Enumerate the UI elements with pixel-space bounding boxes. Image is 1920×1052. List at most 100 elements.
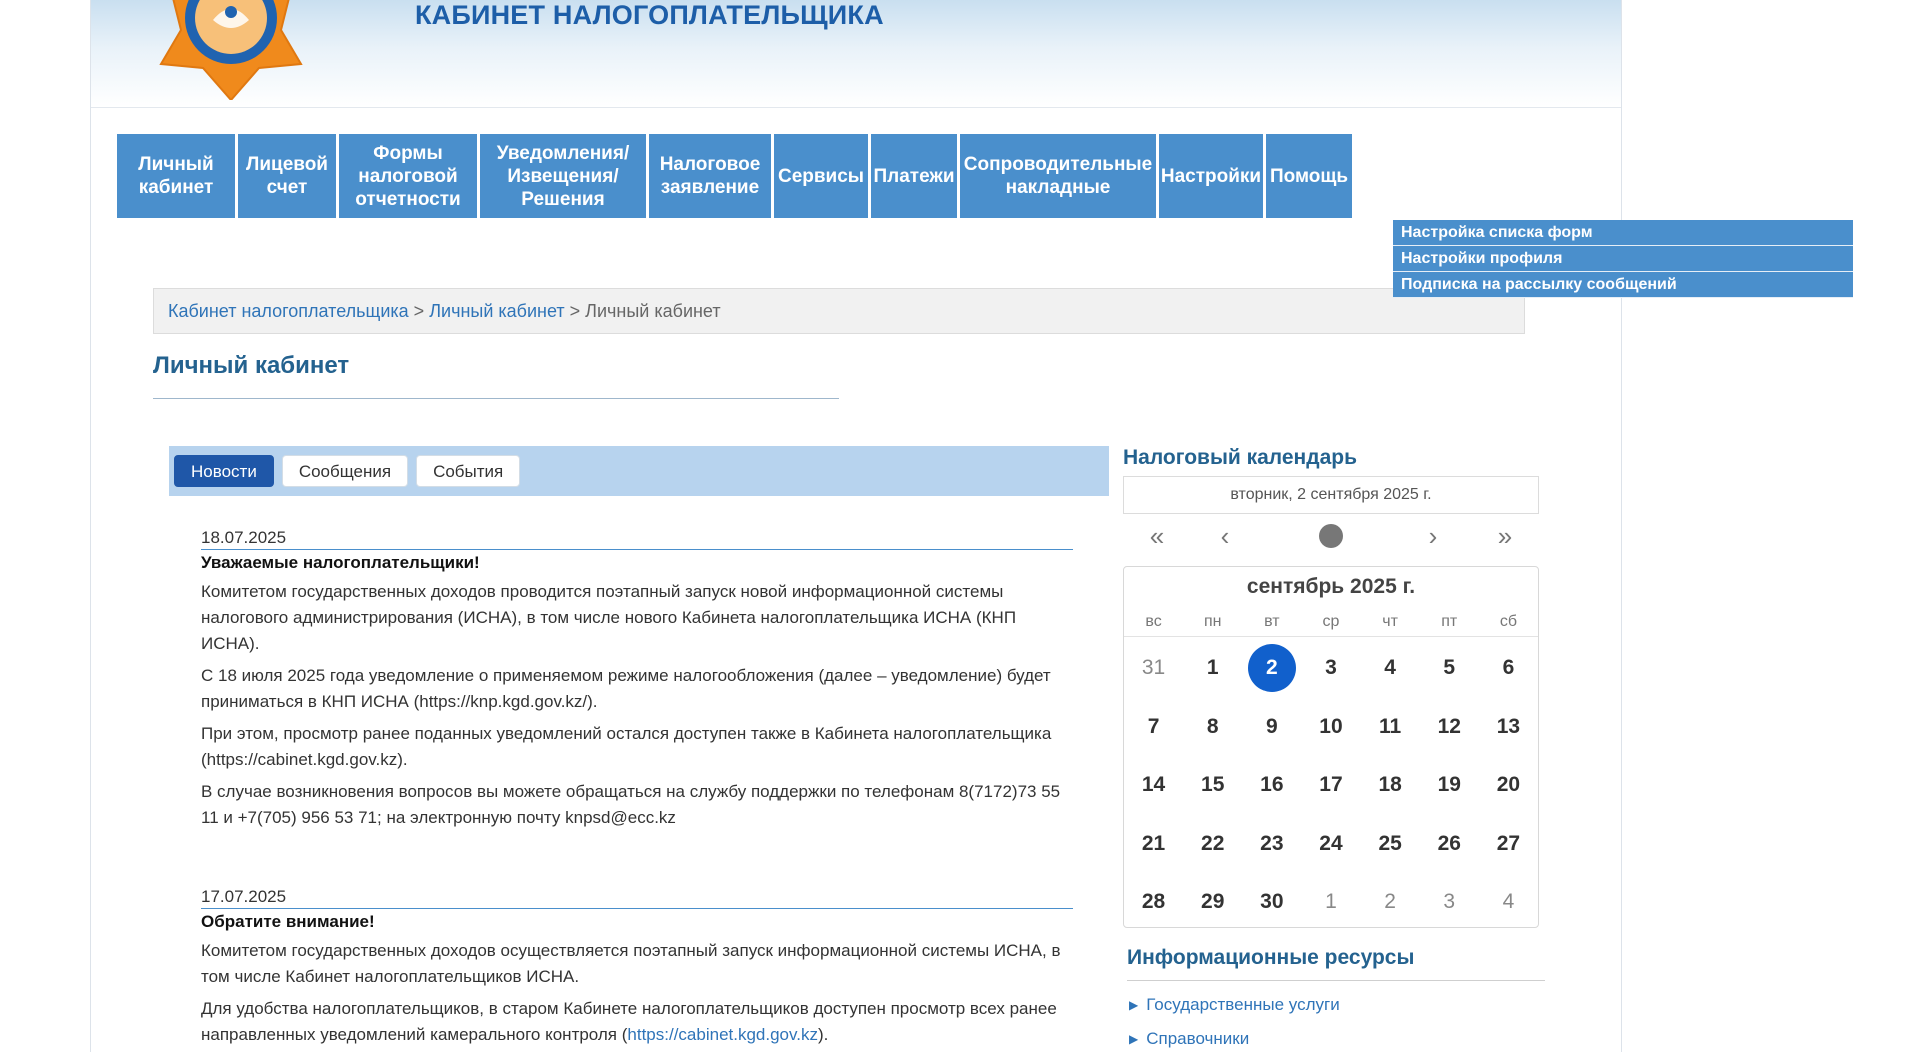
calendar-day-number: 15 <box>1201 773 1225 797</box>
calendar-day[interactable]: 20 <box>1479 756 1538 815</box>
double-right-icon[interactable]: » <box>1485 522 1525 550</box>
calendar-day-number: 1 <box>1325 890 1337 914</box>
news-link[interactable]: https://cabinet.kgd.gov.kz <box>627 1025 818 1044</box>
nav-item[interactable]: Уведомления/ Извещения/ Решения <box>480 134 646 218</box>
info-resource-link[interactable]: ▶ Справочники <box>1129 1028 1340 1052</box>
nav-item[interactable]: Платежи <box>871 134 957 218</box>
breadcrumb-link-cabinet[interactable]: Кабинет налогоплательщика <box>168 301 409 321</box>
calendar-week: 7 8 9 10 11 12 13 <box>1124 698 1538 757</box>
calendar-day[interactable]: 3 <box>1420 873 1479 932</box>
calendar-day[interactable]: 13 <box>1479 698 1538 757</box>
breadcrumb-separator: > <box>413 301 425 321</box>
calendar-day[interactable]: 18 <box>1361 756 1420 815</box>
calendar-day-number: 2 <box>1384 890 1396 914</box>
calendar-day-today[interactable]: 2 <box>1242 639 1301 698</box>
info-resources-title: Информационные ресурсы <box>1127 946 1415 969</box>
tab-2[interactable]: События <box>416 455 521 487</box>
news-paragraph: В случае возникновения вопросов вы может… <box>201 779 1073 831</box>
news-paragraph-text: Комитетом государственных доходов осущес… <box>201 941 1061 986</box>
calendar-current-date: вторник, 2 сентября 2025 г. <box>1123 476 1539 514</box>
news-date: 17.07.2025 <box>201 887 1073 909</box>
calendar-day-number: 4 <box>1502 890 1515 914</box>
calendar-day[interactable]: 3 <box>1301 639 1360 698</box>
calendar-day[interactable]: 4 <box>1361 639 1420 698</box>
nav-item[interactable]: Лицевой счет <box>238 134 336 218</box>
right-icon[interactable]: › <box>1413 522 1453 550</box>
tab-0[interactable]: Новости <box>174 455 274 487</box>
nav-item[interactable]: Помощь <box>1266 134 1352 218</box>
tax-calendar-title: Налоговый календарь <box>1123 446 1357 469</box>
nav-item[interactable]: Сопроводительные накладные <box>960 134 1156 218</box>
calendar-day-number: 25 <box>1378 831 1402 855</box>
calendar-day[interactable]: 10 <box>1301 698 1360 757</box>
breadcrumb-link-personal[interactable]: Личный кабинет <box>429 301 564 321</box>
weekday-label: пт <box>1441 613 1458 630</box>
calendar-day[interactable]: 23 <box>1242 815 1301 874</box>
calendar-day-number: 6 <box>1502 656 1515 680</box>
calendar-day[interactable]: 14 <box>1124 756 1183 815</box>
calendar-day[interactable]: 6 <box>1479 639 1538 698</box>
calendar-day[interactable]: 5 <box>1420 639 1479 698</box>
left-icon[interactable]: ‹ <box>1205 522 1245 550</box>
nav-item[interactable]: Налоговое заявление <box>649 134 771 218</box>
calendar-day[interactable]: 22 <box>1183 815 1242 874</box>
news-item: 18.07.2025 Уважаемые налогоплательщики! Ко… <box>201 528 1073 831</box>
info-resource-link[interactable]: ▶ Государственные услуги <box>1129 994 1340 1028</box>
settings-menu-item[interactable]: Подписка на рассылку сообщений <box>1393 272 1853 298</box>
calendar-day[interactable]: 26 <box>1420 815 1479 874</box>
calendar-day-number: 14 <box>1141 773 1166 797</box>
calendar-day[interactable]: 2 <box>1361 873 1420 932</box>
calendar-day[interactable]: 16 <box>1242 756 1301 815</box>
calendar-day[interactable]: 4 <box>1479 873 1538 932</box>
nav-item[interactable]: Формы налоговой отчетности <box>339 134 477 218</box>
news-paragraph: С 18 июля 2025 года уведомление о примен… <box>201 663 1073 715</box>
calendar-day[interactable]: 29 <box>1183 873 1242 932</box>
calendar-day-number: 2 <box>1247 644 1296 693</box>
news-paragraph-text: При этом, просмотр ранее поданных уведом… <box>201 724 1052 769</box>
calendar-day[interactable]: 1 <box>1301 873 1360 932</box>
calendar-day-number: 4 <box>1384 656 1396 680</box>
calendar-day-number: 7 <box>1147 714 1160 738</box>
calendar-day[interactable]: 1 <box>1183 639 1242 698</box>
kgd-emblem-icon[interactable] <box>151 0 311 100</box>
calendar-day[interactable]: 31 <box>1124 639 1183 698</box>
tab-1[interactable]: Сообщения <box>281 455 409 487</box>
calendar-day[interactable]: 19 <box>1420 756 1479 815</box>
breadcrumb-current: Личный кабинет <box>585 301 721 321</box>
calendar-week: 14 15 16 17 18 19 20 <box>1124 756 1538 815</box>
calendar-day-number: 24 <box>1319 831 1343 855</box>
calendar-day-number: 29 <box>1201 890 1225 914</box>
calendar-day[interactable]: 7 <box>1124 698 1183 757</box>
calendar-day[interactable]: 28 <box>1124 873 1183 932</box>
calendar-day[interactable]: 11 <box>1361 698 1420 757</box>
title-divider <box>153 398 839 399</box>
calendar-days: 31 1 2 3 4 5 6 7 8 9 10 11 12 13 14 15 16 17 18 19 20 21 22 23 2… <box>1124 639 1538 932</box>
calendar-day[interactable]: 27 <box>1479 815 1538 874</box>
weekday-label: вт <box>1264 613 1280 630</box>
calendar-day[interactable]: 30 <box>1242 873 1301 932</box>
today-dot-icon[interactable] <box>1319 524 1343 548</box>
calendar-day[interactable]: 8 <box>1183 698 1242 757</box>
nav-item[interactable]: Личный кабинет <box>117 134 235 218</box>
calendar-day[interactable]: 15 <box>1183 756 1242 815</box>
calendar-day[interactable]: 17 <box>1301 756 1360 815</box>
calendar-day-number: 19 <box>1437 773 1461 797</box>
double-left-icon[interactable]: « <box>1137 522 1177 550</box>
calendar-day[interactable]: 24 <box>1301 815 1360 874</box>
calendar-day[interactable]: 9 <box>1242 698 1301 757</box>
calendar-day-number: 27 <box>1496 831 1521 855</box>
calendar-day-number: 11 <box>1379 714 1402 738</box>
calendar-day[interactable]: 25 <box>1361 815 1420 874</box>
nav-item[interactable]: Настройки <box>1159 134 1263 218</box>
news-paragraph-text: Комитетом государственных доходов провод… <box>201 582 1017 653</box>
weekday-label: чт <box>1382 613 1398 630</box>
calendar-day[interactable]: 12 <box>1420 698 1479 757</box>
calendar-day[interactable]: 21 <box>1124 815 1183 874</box>
calendar-week: 31 1 2 3 4 5 6 <box>1124 639 1538 698</box>
settings-menu-item[interactable]: Настройки профиля <box>1393 246 1853 272</box>
news-date: 18.07.2025 <box>201 528 1073 550</box>
nav-item[interactable]: Сервисы <box>774 134 868 218</box>
calendar-week: 28 29 30 1 2 3 4 <box>1124 873 1538 932</box>
calendar-day-number: 17 <box>1319 773 1343 797</box>
settings-menu-item[interactable]: Настройка списка форм <box>1393 220 1853 246</box>
